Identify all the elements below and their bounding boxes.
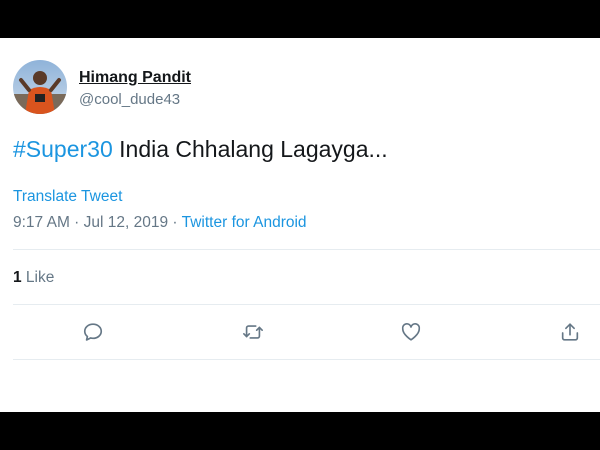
tweet-text: #Super30 India Chhalang Lagayga...	[13, 136, 388, 163]
divider	[13, 304, 600, 305]
meta-separator: ·	[69, 214, 84, 231]
avatar[interactable]	[13, 60, 67, 114]
hashtag-link[interactable]: #Super30	[13, 136, 113, 162]
meta-separator: ·	[168, 214, 182, 231]
share-icon[interactable]	[557, 319, 583, 345]
like-icon[interactable]	[398, 319, 424, 345]
tweet-meta: 9:17 AM · Jul 12, 2019 · Twitter for And…	[13, 214, 307, 232]
tweet-body: India Chhalang Lagayga...	[112, 136, 388, 162]
reply-icon[interactable]	[80, 319, 106, 345]
tweet-date[interactable]: Jul 12, 2019	[84, 214, 168, 231]
tweet-card: Himang Pandit @cool_dude43 #Super30 Indi…	[0, 38, 600, 412]
divider	[13, 359, 600, 360]
like-count-number: 1	[13, 269, 22, 286]
tweet-time[interactable]: 9:17 AM	[13, 214, 70, 231]
author-name[interactable]: Himang Pandit	[79, 69, 191, 87]
like-count-label: Like	[21, 269, 55, 286]
tweet-source[interactable]: Twitter for Android	[182, 214, 307, 231]
translate-tweet-link[interactable]: Translate Tweet	[13, 188, 122, 206]
author-handle[interactable]: @cool_dude43	[79, 91, 180, 108]
likes-count[interactable]: 1 Like	[13, 269, 54, 287]
retweet-icon[interactable]	[240, 319, 266, 345]
divider	[13, 249, 600, 250]
